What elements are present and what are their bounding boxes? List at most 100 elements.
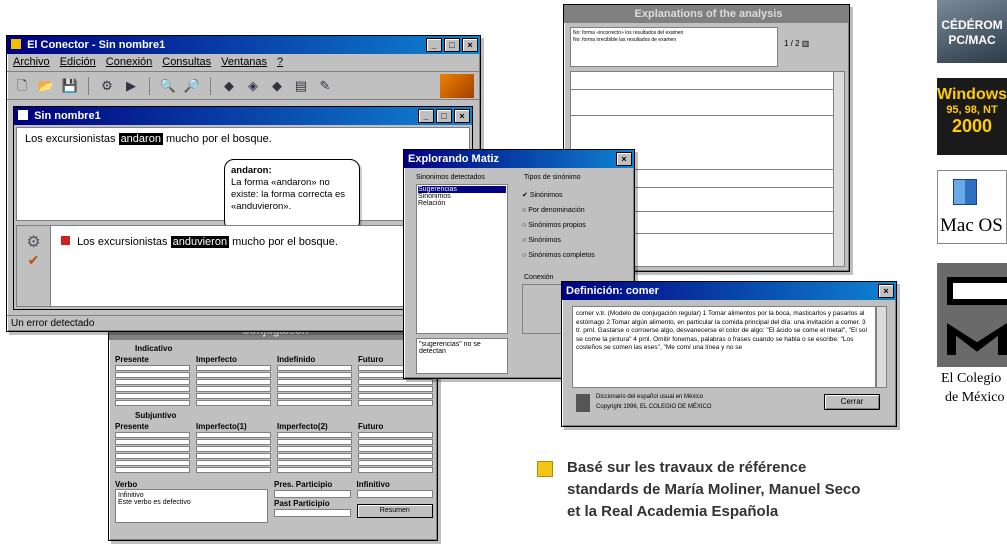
doc-close-button[interactable]: ×: [454, 109, 470, 123]
definition-dialog: Definición: comer × comer v.tr. (Modelo …: [561, 281, 897, 427]
conector-titlebar[interactable]: El Conector - Sin nombre1 _ □ ×: [7, 36, 480, 54]
play-icon[interactable]: ▶: [122, 77, 140, 95]
explanations-scrollbar[interactable]: [833, 71, 845, 267]
option-radio[interactable]: ✔ Sinónimos: [522, 188, 595, 203]
logo-icon: [440, 73, 474, 98]
red-square-icon: [61, 236, 70, 245]
synonyms-options: ✔ Sinónimos ○ Por denominación ○ Sinónim…: [522, 188, 595, 263]
tooltip-head: andaron:: [231, 165, 272, 176]
app-icon: [11, 39, 21, 49]
option-radio[interactable]: ○ Sinónimos: [522, 233, 595, 248]
conexion-label: Conexión: [524, 274, 554, 281]
check-mark-icon[interactable]: ✔: [17, 252, 50, 269]
definition-footer2: Copyright 1996, EL COLEGIO DE MÉXICO: [596, 404, 712, 410]
book-icon[interactable]: ▤: [292, 77, 310, 95]
colmex-icon: [576, 394, 590, 412]
tagline: Basé sur les travaux de référence standa…: [567, 457, 860, 523]
synonyms-close-button[interactable]: ×: [616, 152, 632, 166]
list-item[interactable]: Sugerencias: [418, 186, 506, 193]
doc-minimize-button[interactable]: _: [418, 109, 434, 123]
definition-text-box[interactable]: comer v.tr. (Modelo de conjugación regul…: [572, 306, 876, 388]
resumen-button[interactable]: Resumen: [356, 504, 433, 518]
list-item[interactable]: Relación: [418, 200, 506, 207]
definition-footer1: Diccionario del español usual en México: [596, 394, 704, 400]
menubar: Archivo Edición Conexión Consultas Venta…: [7, 54, 480, 72]
fix-word[interactable]: anduvieron: [170, 236, 230, 248]
error-word[interactable]: andaron: [118, 133, 163, 145]
definition-close-x[interactable]: ×: [878, 284, 894, 298]
gear-icon[interactable]: ⚙: [17, 232, 50, 252]
tagline-line2: standards de María Moliner, Manuel Seco: [567, 481, 861, 498]
synonyms-group-title: Tipos de sinónimo: [524, 174, 581, 181]
doc-maximize-button[interactable]: □: [436, 109, 452, 123]
tooltip-body: La forma «andaron» no existe: la forma c…: [231, 177, 346, 212]
open-icon[interactable]: 📂: [37, 77, 55, 95]
doc-icon: [18, 110, 28, 120]
definition-title: Definición: comer: [566, 285, 659, 297]
correction-sidebar: ⚙ ✔: [17, 226, 51, 306]
synonyms-list-title: Sinonimos detectados: [416, 174, 485, 181]
tagline-line1: Basé sur les travaux de référence: [567, 459, 807, 476]
tagline-bullet-icon: [537, 461, 553, 477]
minimize-button[interactable]: _: [426, 38, 442, 52]
pres-participio-label: Pres. Participio: [274, 480, 333, 489]
synonyms-titlebar[interactable]: Explorando Matiz ×: [404, 150, 634, 168]
error-tooltip: andaron: La forma «andaron» no existe: l…: [224, 159, 360, 231]
menu-archivo[interactable]: Archivo: [13, 56, 50, 69]
close-button[interactable]: ×: [462, 38, 478, 52]
synonyms-list[interactable]: Sugerencias Sinonimos Relación: [416, 184, 508, 334]
col-header: Imperfecto(2): [277, 422, 328, 431]
col-header: Imperfecto(1): [196, 422, 247, 431]
diamond-icon[interactable]: ◆: [220, 77, 238, 95]
close-button[interactable]: Cerrar: [824, 394, 880, 410]
search-icon[interactable]: 🔍: [159, 77, 177, 95]
explanation-line: No: forma «incorrecto» los resultados de…: [573, 30, 684, 36]
list-item[interactable]: Sinonimos: [418, 193, 506, 200]
explanations-titlebar[interactable]: Explanations of the analysis: [564, 5, 849, 23]
explanations-nav[interactable]: 1 / 2 ▥: [784, 39, 809, 48]
pen-icon[interactable]: ✎: [316, 77, 334, 95]
option-radio[interactable]: ○ Sinónimos propios: [522, 218, 595, 233]
diamond3-icon[interactable]: ◆: [268, 77, 286, 95]
sentence-post: mucho por el bosque.: [166, 133, 272, 145]
check-icon[interactable]: ⚙: [98, 77, 116, 95]
menu-consultas[interactable]: Consultas: [162, 56, 211, 69]
definition-scrollbar[interactable]: [876, 306, 887, 388]
col-header: Futuro: [358, 422, 384, 431]
menu-conexion[interactable]: Conexión: [106, 56, 152, 69]
toolbar: 🗋 📂 💾 ⚙ ▶ 🔍 🔎 ◆ ◈ ◆ ▤ ✎: [7, 72, 480, 100]
option-radio[interactable]: ○ Por denominación: [522, 203, 595, 218]
save-icon[interactable]: 💾: [61, 77, 79, 95]
correction-panel: ⚙ ✔ Los excursionistas anduvieron mucho …: [16, 225, 470, 307]
search2-icon[interactable]: 🔎: [183, 77, 201, 95]
col-header: Presente: [115, 355, 149, 364]
doc-titlebar[interactable]: Sin nombre1 _ □ ×: [14, 107, 472, 125]
new-icon[interactable]: 🗋: [13, 77, 31, 95]
option-radio[interactable]: ○ Sinónimos completos: [522, 248, 595, 263]
diamond2-icon[interactable]: ◈: [244, 77, 262, 95]
col-header: Indefinido: [277, 355, 316, 364]
explanation-line: No: forma irrecibible las resultados de …: [573, 37, 677, 43]
maximize-button[interactable]: □: [444, 38, 460, 52]
subjuntivo-label: Subjuntivo: [135, 411, 177, 420]
col-header: Presente: [115, 422, 149, 431]
conector-title: El Conector - Sin nombre1: [27, 39, 166, 51]
past-participio-label: Past Participio: [274, 499, 330, 508]
menu-edicion[interactable]: Edición: [60, 56, 96, 69]
windows-logo: Windows 95, 98, NT 2000: [937, 78, 1007, 155]
indicativo-label: Indicativo: [135, 344, 173, 353]
definition-text: comer v.tr. (Modelo de conjugación regul…: [576, 310, 867, 352]
menu-help[interactable]: ?: [277, 56, 283, 69]
macos-logo: Mac OS: [937, 170, 1007, 244]
explanations-top-box: No: forma «incorrecto» los resultados de…: [570, 27, 778, 67]
colmex-logo: [937, 263, 1007, 367]
menu-ventanas[interactable]: Ventanas: [221, 56, 267, 69]
tagline-line3: et la Real Academia Española: [567, 503, 779, 520]
doc-title: Sin nombre1: [34, 110, 101, 122]
mac-face-icon: [953, 179, 977, 205]
synonyms-note: "sugerencias" no se detectan: [416, 338, 508, 374]
definition-titlebar[interactable]: Definición: comer ×: [562, 282, 896, 300]
cdrom-logo: CÉDÉROM PC/MAC: [937, 0, 1007, 63]
fix-pre: Los excursionistas: [77, 236, 168, 248]
verbo-note: Este verbo es defectivo: [118, 499, 191, 506]
